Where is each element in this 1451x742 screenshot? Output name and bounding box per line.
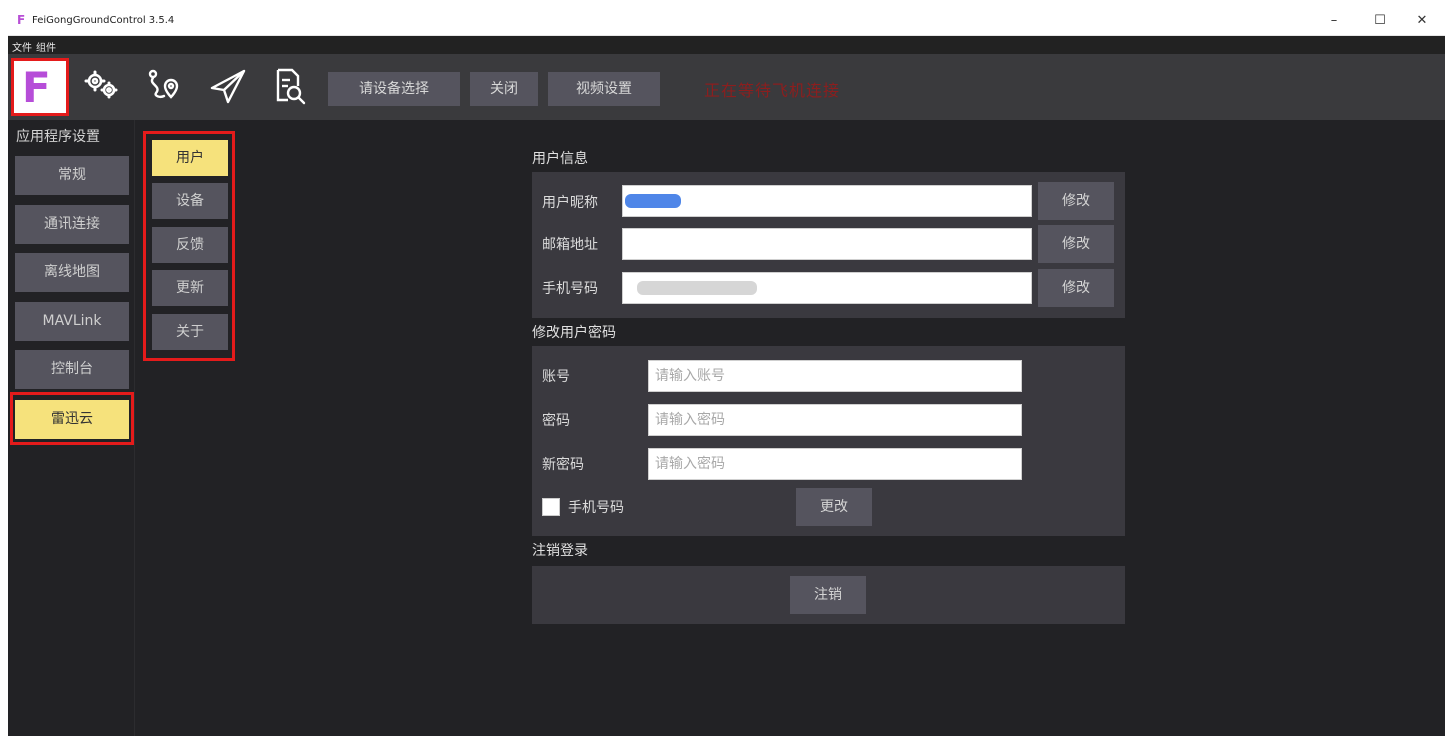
- highlight-sub-nav: [143, 131, 235, 361]
- app-icon: F: [17, 13, 26, 27]
- logout-button[interactable]: 注销: [790, 576, 866, 614]
- nav-item-comm-links[interactable]: 通讯连接: [15, 205, 129, 244]
- new-password-label: 新密码: [542, 457, 584, 473]
- password-input[interactable]: 请输入密码: [648, 404, 1022, 436]
- nav-item-console[interactable]: 控制台: [15, 350, 129, 389]
- title-bar: F FeiGongGroundControl 3.5.4 – ☐ ✕: [8, 6, 1445, 36]
- menu-bar: 文件 组件: [8, 36, 1445, 54]
- account-input[interactable]: 请输入账号: [648, 360, 1022, 392]
- send-plane-icon[interactable]: [208, 66, 248, 106]
- app-logo-button[interactable]: F: [11, 58, 69, 116]
- account-label: 账号: [542, 369, 570, 385]
- main-area: 应用程序设置 常规 通讯连接 离线地图 MAVLink 控制台 雷迅云 用户 设…: [8, 120, 1445, 736]
- phone-redacted: [637, 281, 757, 295]
- video-settings-button[interactable]: 视频设置: [548, 72, 660, 106]
- phone-checkbox[interactable]: [542, 498, 560, 516]
- toolbar: F 请设备选择 关闭 视频设置 正在等待飞机连接: [8, 54, 1445, 120]
- phone-field[interactable]: [622, 272, 1032, 304]
- logo-letter: F: [22, 63, 51, 112]
- settings-heading: 应用程序设置: [16, 129, 100, 145]
- close-window-button[interactable]: ✕: [1402, 9, 1442, 33]
- edit-phone-button[interactable]: 修改: [1038, 269, 1114, 307]
- nav-item-general[interactable]: 常规: [15, 156, 129, 195]
- device-select-button[interactable]: 请设备选择: [328, 72, 460, 106]
- nickname-label: 用户昵称: [542, 195, 598, 211]
- logout-title: 注销登录: [532, 543, 588, 559]
- document-inspect-icon[interactable]: [270, 66, 310, 106]
- new-password-input[interactable]: 请输入密码: [648, 448, 1022, 480]
- nav-item-mavlink[interactable]: MAVLink: [15, 302, 129, 341]
- toolbar-close-button[interactable]: 关闭: [470, 72, 538, 106]
- user-info-title: 用户信息: [532, 151, 588, 167]
- email-label: 邮箱地址: [542, 237, 598, 253]
- nickname-redacted: [625, 194, 681, 208]
- settings-gears-icon[interactable]: [82, 66, 122, 106]
- phone-checkbox-label: 手机号码: [568, 500, 624, 516]
- connection-status: 正在等待飞机连接: [704, 81, 841, 100]
- window-title: FeiGongGroundControl 3.5.4: [32, 15, 175, 26]
- phone-label: 手机号码: [542, 281, 598, 297]
- highlight-cloud: [10, 392, 134, 445]
- minimize-button[interactable]: –: [1314, 9, 1354, 33]
- menu-component[interactable]: 组件: [36, 39, 56, 54]
- change-password-button[interactable]: 更改: [796, 488, 872, 526]
- edit-nickname-button[interactable]: 修改: [1038, 182, 1114, 220]
- menu-file[interactable]: 文件: [12, 39, 32, 54]
- maximize-button[interactable]: ☐: [1360, 9, 1400, 33]
- email-field[interactable]: [622, 228, 1032, 260]
- change-password-title: 修改用户密码: [532, 325, 616, 341]
- route-plan-icon[interactable]: [144, 66, 184, 106]
- password-label: 密码: [542, 413, 570, 429]
- nickname-field[interactable]: [622, 185, 1032, 217]
- nav-item-offline-maps[interactable]: 离线地图: [15, 253, 129, 292]
- edit-email-button[interactable]: 修改: [1038, 225, 1114, 263]
